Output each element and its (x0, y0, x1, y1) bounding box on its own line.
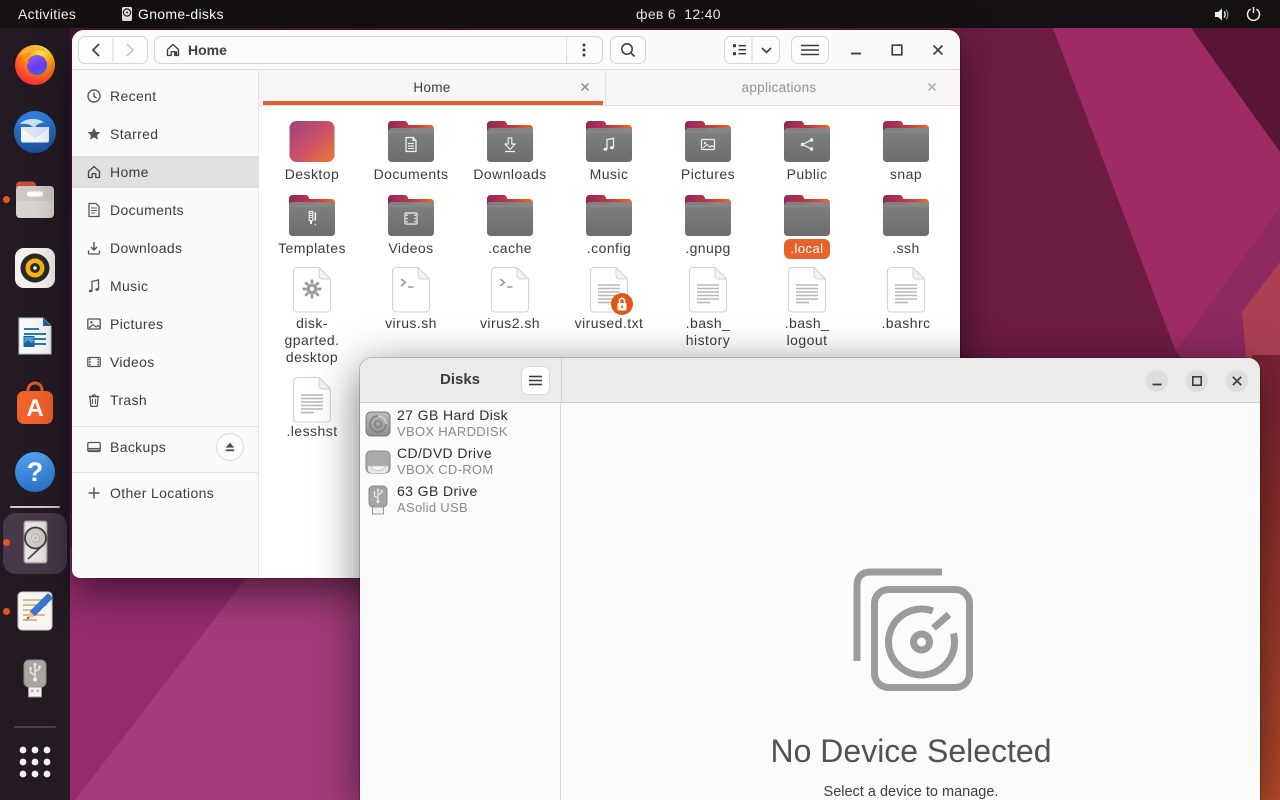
svg-text:?: ? (27, 457, 44, 487)
svg-text:A: A (26, 395, 43, 422)
